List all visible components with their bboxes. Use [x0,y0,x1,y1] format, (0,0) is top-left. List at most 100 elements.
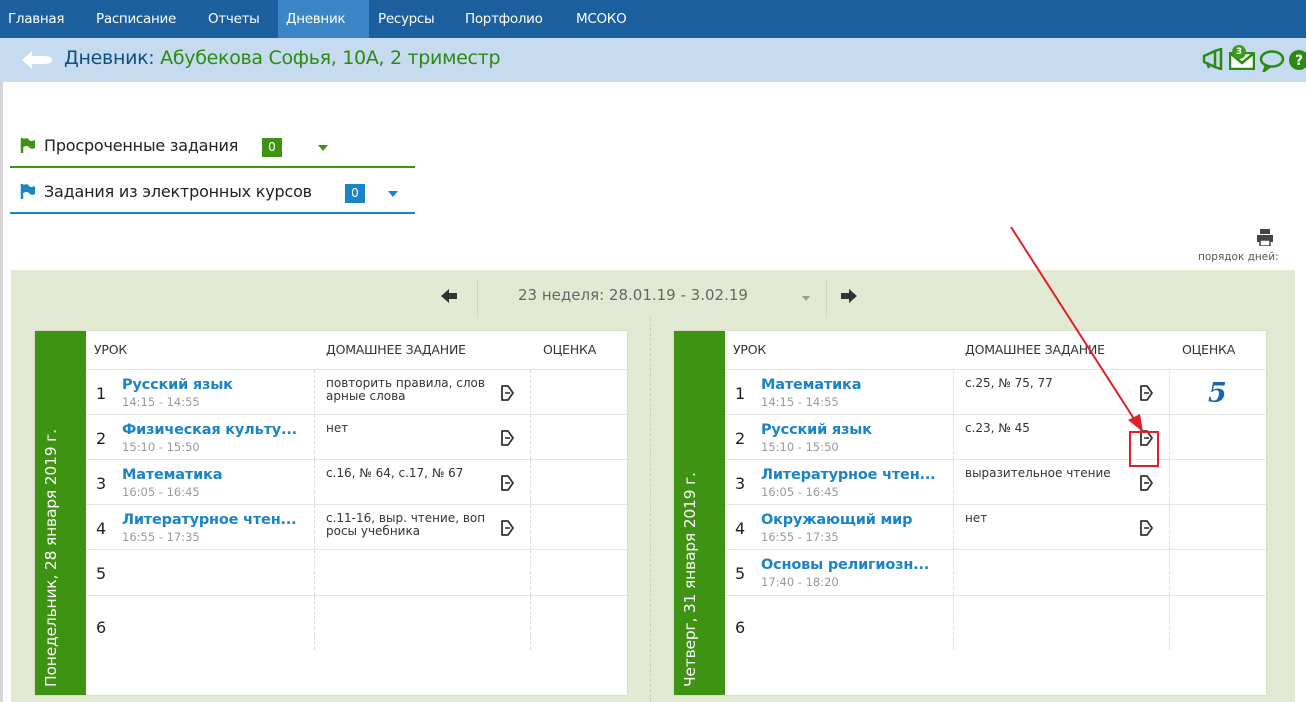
nav-item-reports[interactable]: Отчеты [208,0,260,38]
cell-divider [530,460,531,504]
cell-divider [1169,505,1170,549]
nav-item-portfolio[interactable]: Портфолио [465,0,543,38]
homework-text: выразительное чтение [965,466,1111,480]
table-row: 6 [86,595,627,695]
table-row: 4 Литературное чтен... 16:55 - 17:35 с.1… [86,504,627,549]
cell-divider [1169,370,1170,414]
lesson-number: 6 [96,618,107,637]
overdue-dropdown-caret[interactable] [318,145,328,151]
day-label: Понедельник, 28 января 2019 г. [42,429,60,687]
table-row: 2 Русский язык 15:10 - 15:50 с.23, № 45 [725,414,1266,459]
nav-item-main[interactable]: Главная [8,0,84,38]
table-row: 3 Математика 16:05 - 16:45 с.16, № 64, с… [86,459,627,504]
week-nav-divider [477,280,478,318]
nav-item-msoko[interactable]: МСОКО [576,0,627,38]
overdue-tasks-filter[interactable]: Просроченные задания 0 [10,124,415,168]
homework-text: с.11-16, выр. чтение, вопросы учебника [326,511,486,538]
lesson-number: 2 [96,429,107,448]
left-scroll-edge [0,82,3,702]
nav-item-schedule[interactable]: Расписание [96,0,176,38]
page-title-prefix: Дневник: [64,47,161,69]
overdue-tasks-label: Просроченные задания [44,136,239,155]
table-row: 1 Математика 14:15 - 14:55 с.25, № 75, 7… [725,369,1266,414]
lesson-number: 3 [96,474,107,493]
lesson-name-link[interactable]: Окружающий мир [761,512,913,528]
column-header-homework: ДОМАШНЕЕ ЗАДАНИЕ [326,342,466,357]
cell-divider [953,596,954,650]
blue-flag-icon [20,184,35,199]
lesson-number: 4 [96,519,107,538]
cell-divider [953,505,954,549]
course-tasks-label: Задания из электронных курсов [44,182,312,201]
cell-divider [530,596,531,650]
column-header-homework: ДОМАШНЕЕ ЗАДАНИЕ [965,342,1105,357]
cell-divider [530,550,531,595]
cell-divider [314,370,315,414]
print-icon[interactable] [1256,228,1274,246]
homework-edit-icon[interactable] [500,474,514,492]
homework-edit-icon[interactable] [500,519,514,537]
lesson-time: 15:10 - 15:50 [122,440,200,454]
table-row: 3 Литературное чтен... 16:05 - 16:45 выр… [725,459,1266,504]
homework-edit-icon[interactable] [1139,384,1153,402]
column-header-grade: ОЦЕНКА [1182,342,1236,357]
back-arrow-icon[interactable] [18,49,58,71]
lesson-name-link[interactable]: Русский язык [761,422,872,438]
grade-value[interactable]: 5 [1208,378,1227,409]
lesson-name-link[interactable]: Математика [122,467,222,483]
homework-text: с.25, № 75, 77 [965,376,1053,390]
cell-divider [1169,415,1170,459]
table-row: 4 Окружающий мир 16:55 - 17:35 нет [725,504,1266,549]
course-dropdown-caret[interactable] [388,191,398,197]
homework-edit-icon[interactable] [500,429,514,447]
week-label[interactable]: 23 неделя: 28.01.19 - 3.02.19 [518,286,748,304]
lesson-time: 14:15 - 14:55 [761,395,839,409]
cell-divider [953,415,954,459]
homework-text: с.23, № 45 [965,421,1030,435]
lesson-time: 16:05 - 16:45 [122,485,200,499]
table-row: 5 [86,549,627,595]
cell-divider [314,505,315,549]
lesson-name-link[interactable]: Литературное чтен... [122,512,297,528]
day-strip: Четверг, 31 января 2019 г. [674,331,725,695]
table-row: 2 Физическая культу... 15:10 - 15:50 нет [86,414,627,459]
lesson-name-link[interactable]: Математика [761,377,861,393]
cell-divider [1169,596,1170,650]
lesson-time: 15:10 - 15:50 [761,440,839,454]
homework-edit-icon[interactable] [1139,474,1153,492]
green-flag-icon [20,138,35,153]
homework-edit-icon[interactable] [500,384,514,402]
homework-edit-icon[interactable] [1139,519,1153,537]
table-row: 5 Основы религиозн... 17:40 - 18:20 [725,549,1266,595]
lesson-name-link[interactable]: Русский язык [122,377,233,393]
next-week-arrow-icon[interactable] [840,287,858,305]
nav-item-resources[interactable]: Ресурсы [378,0,435,38]
lesson-name-link[interactable]: Литературное чтен... [761,467,936,483]
course-tasks-filter[interactable]: Задания из электронных курсов 0 [10,170,415,214]
homework-text: с.16, № 64, с.17, № 67 [326,466,464,480]
column-header-grade: ОЦЕНКА [543,342,597,357]
chat-icon[interactable] [1259,50,1285,72]
day-card-thursday: Четверг, 31 января 2019 г. УРОК ДОМАШНЕЕ… [674,331,1266,695]
lesson-number: 6 [735,618,746,637]
page-header: Дневник: Абубекова Софья, 10А, 2 тримест… [0,38,1306,82]
column-header-lesson: УРОК [94,342,128,357]
course-count-badge: 0 [345,184,365,203]
homework-text: нет [965,511,988,525]
lesson-name-link[interactable]: Основы религиозн... [761,557,929,573]
week-dropdown-caret[interactable] [802,296,810,301]
course-underline [10,212,415,214]
lesson-time: 16:55 - 17:35 [122,530,200,544]
prev-week-arrow-icon[interactable] [440,287,458,305]
day-order-label: порядок дней: [1198,251,1279,263]
announcement-icon[interactable] [1201,48,1227,70]
nav-item-diary[interactable]: Дневник [278,0,369,38]
lesson-number: 1 [735,384,746,403]
cell-divider [1169,550,1170,595]
help-icon[interactable]: ? [1288,49,1306,71]
day-column-divider [650,318,651,702]
homework-text: повторить правила, словарные слова [326,376,485,403]
cell-divider [530,370,531,414]
lesson-name-link[interactable]: Физическая культу... [122,422,297,438]
overdue-count-badge: 0 [262,138,282,157]
